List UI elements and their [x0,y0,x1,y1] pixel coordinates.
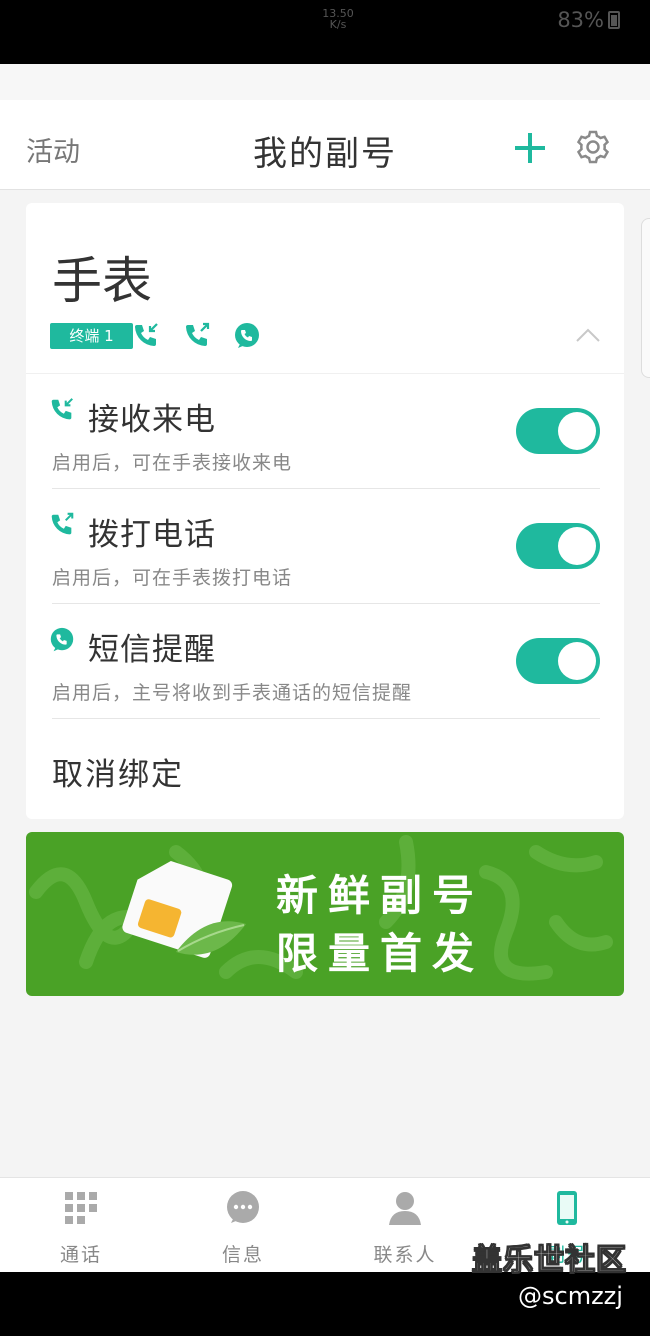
add-button[interactable] [510,128,550,168]
setting-description: 启用后，主号将收到手表通话的短信提醒 [52,682,413,704]
settings-button[interactable] [572,126,614,168]
app-header: 活动 我的副号 [0,100,650,190]
outgoing-call-icon [51,512,74,535]
watermark-community: 盖乐世社区 [472,1243,627,1279]
status-bar: 13.50 K/s 83% [0,0,650,64]
toggle-knob [558,412,596,450]
setting-title: 短信提醒 [88,632,216,668]
sms-reminder-toggle[interactable] [516,638,600,684]
nav-item-messages[interactable]: 信息 [162,1178,324,1273]
nav-label: 信息 [221,1244,264,1266]
page-title: 我的副号 [253,134,397,174]
setting-title: 拨打电话 [88,517,216,553]
message-icon [227,1191,259,1223]
network-speed: 13.50 K/s [318,8,358,30]
network-speed-unit: K/s [329,18,347,31]
battery-icon [608,11,620,29]
phone-icon [557,1191,577,1225]
banner-line-2: 限量首发 [276,929,485,978]
outgoing-call-toggle[interactable] [516,523,600,569]
setting-row-incoming-call: 接收来电 启用后，可在手表接收来电 [26,374,624,489]
divider [52,718,600,719]
incoming-call-toggle[interactable] [516,408,600,454]
contacts-icon [389,1192,421,1225]
nav-item-contacts[interactable]: 联系人 [324,1178,486,1273]
nav-label: 联系人 [373,1244,437,1266]
setting-row-outgoing-call: 拨打电话 启用后，可在手表拨打电话 [26,489,624,604]
sim-card-icon [122,861,246,958]
watermark-handle: @scmzzj [518,1282,623,1310]
outgoing-call-icon [186,322,210,346]
sms-icon [235,323,259,348]
sms-icon [50,627,74,652]
promo-banner[interactable]: 新鲜副号 限量首发 [26,832,624,996]
terminal-badge: 终端 1 [50,323,133,349]
setting-description: 启用后，可在手表拨打电话 [52,567,293,589]
device-name: 手表 [52,252,152,310]
setting-description: 启用后，可在手表接收来电 [52,452,293,474]
setting-title: 接收来电 [88,402,216,438]
top-spacer [0,64,650,100]
battery-percent: 83% [557,8,604,32]
unbind-button[interactable]: 取消绑定 [52,749,184,794]
nav-item-calls[interactable]: 通话 [0,1178,162,1273]
banner-line-1: 新鲜副号 [276,871,485,920]
nav-label: 通话 [59,1244,102,1266]
toggle-knob [558,527,596,565]
setting-row-sms-reminder: 短信提醒 启用后，主号将收到手表通话的短信提醒 [26,604,624,719]
scroll-edge-handle[interactable] [641,218,650,378]
device-card: 手表 终端 1 接收来电 启用后，可在手表接收来电 拨打电话 启用后，可在手表拨… [26,203,624,819]
plus-icon [515,133,545,163]
dialpad-icon [65,1192,97,1224]
battery-status: 83% [557,8,620,32]
incoming-call-icon [135,323,158,346]
gear-icon [576,130,610,164]
toggle-knob [558,642,596,680]
chevron-up-icon[interactable] [574,325,602,345]
incoming-call-icon [51,398,73,420]
